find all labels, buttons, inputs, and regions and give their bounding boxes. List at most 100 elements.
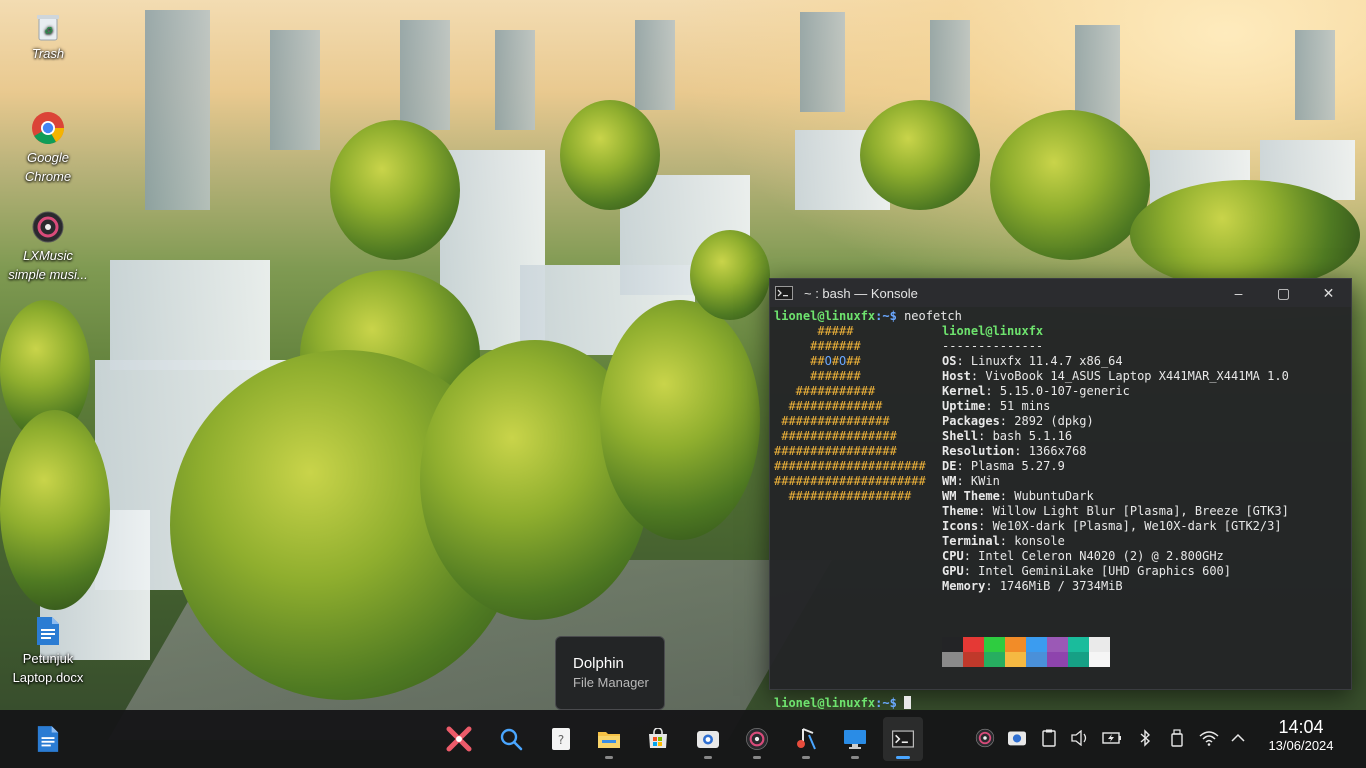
color-swatch — [1047, 652, 1068, 667]
taskbar-remote-desktop[interactable] — [835, 717, 875, 761]
info-key: OS — [942, 354, 957, 368]
info-value: Plasma 5.27.9 — [970, 459, 1065, 473]
konsole-window[interactable]: ~ : bash — Konsole – ▢ ✕ lionel@linuxfx:… — [769, 278, 1352, 710]
file-manager-icon — [598, 732, 620, 748]
info-value: Intel GeminiLake [UHD Graphics 600] — [978, 564, 1232, 578]
taskbar-tooltip: Dolphin File Manager — [555, 636, 665, 710]
remote-desktop-icon — [844, 730, 866, 749]
taskbar: ? — [0, 710, 1366, 768]
color-swatch — [1026, 637, 1047, 652]
window-titlebar[interactable]: ~ : bash — Konsole – ▢ ✕ — [770, 279, 1351, 307]
color-swatch — [942, 637, 963, 652]
taskbar-store[interactable] — [638, 717, 678, 761]
info-key: WM Theme — [942, 489, 1000, 503]
color-swatch — [1089, 637, 1110, 652]
desktop-icon-lxmusic[interactable]: LXMusic simple musi... — [8, 210, 88, 284]
logo-line: ################# — [774, 444, 897, 458]
system-clock[interactable]: 14:04 13/06/2024 — [1254, 717, 1348, 755]
color-swatch — [1005, 652, 1026, 667]
info-row: Theme: Willow Light Blur [Plasma], Breez… — [942, 504, 1289, 518]
terminal-area[interactable]: lionel@linuxfx:~$ neofetch ##### #######… — [770, 307, 1351, 710]
info-row: Host: VivoBook 14_ASUS Laptop X441MAR_X4… — [942, 369, 1289, 383]
info-row: Icons: We10X-dark [Plasma], We10X-dark [… — [942, 519, 1282, 533]
tray-volume[interactable] — [1069, 727, 1091, 749]
info-key: WM — [942, 474, 957, 488]
command-line: lionel@linuxfx:~$ neofetch — [774, 309, 962, 323]
info-value: 51 mins — [999, 399, 1051, 413]
taskbar-terminal[interactable] — [883, 717, 923, 761]
info-key: Packages — [942, 414, 1000, 428]
info-row: Memory: 1746MiB / 3734MiB — [942, 579, 1123, 593]
desktop-icon-google-chrome[interactable]: Google Chrome — [8, 110, 88, 186]
taskbar-notes[interactable]: ? — [541, 717, 581, 761]
tray-screenshot[interactable] — [1006, 727, 1028, 749]
start-menu-icon — [446, 726, 472, 752]
info-value: 1746MiB / 3734MiB — [999, 579, 1123, 593]
document-icon — [37, 726, 59, 752]
color-swatch — [942, 652, 963, 667]
tray-bluetooth[interactable] — [1134, 727, 1156, 749]
color-swatch — [1047, 637, 1068, 652]
info-key: Host — [942, 369, 971, 383]
tray-clipboard[interactable] — [1038, 727, 1060, 749]
info-key: Resolution — [942, 444, 1015, 458]
info-row: WM: KWin — [942, 474, 1000, 488]
text-cursor — [904, 696, 912, 709]
logo-line: ##### — [774, 324, 854, 338]
info-value: Intel Celeron N4020 (2) @ 2.800GHz — [978, 549, 1224, 563]
info-value: We10X-dark [Plasma], We10X-dark [GTK2/3] — [992, 519, 1282, 533]
notes-icon: ? — [552, 728, 570, 750]
current-prompt[interactable]: lionel@linuxfx:~$ — [774, 696, 912, 711]
tray-expand[interactable] — [1227, 727, 1249, 749]
taskbar-document[interactable] — [28, 717, 68, 761]
tray-battery[interactable] — [1101, 727, 1123, 749]
info-row: Shell: bash 5.1.16 — [942, 429, 1073, 443]
info-value: bash 5.1.16 — [992, 429, 1073, 443]
minimize-button[interactable]: – — [1216, 279, 1261, 307]
taskbar-start-menu[interactable] — [439, 717, 479, 761]
taskbar-music-player[interactable] — [737, 717, 777, 761]
close-button[interactable]: ✕ — [1306, 279, 1351, 307]
taskbar-screenshot[interactable] — [688, 717, 728, 761]
desktop-icon-petunjuk-laptop-docx[interactable]: Petunjuk Laptop.docx — [8, 615, 88, 687]
tray-removable-device[interactable] — [1166, 727, 1188, 749]
battery-charging-icon — [1102, 732, 1121, 744]
info-value: WubuntuDark — [1014, 489, 1094, 503]
terminal-icon — [892, 730, 914, 748]
logo-line: ############### — [774, 414, 890, 428]
tray-wifi[interactable] — [1198, 727, 1220, 749]
info-row: DE: Plasma 5.27.9 — [942, 459, 1065, 473]
logo-line: ########### — [774, 384, 876, 398]
info-value: Linuxfx 11.4.7 x86_64 — [970, 354, 1123, 368]
info-key: Uptime — [942, 399, 986, 413]
info-key: GPU — [942, 564, 964, 578]
screenshot-tray-icon — [1008, 731, 1026, 746]
taskbar-search[interactable] — [491, 717, 531, 761]
info-row: OS: Linuxfx 11.4.7 x86_64 — [942, 354, 1123, 368]
usb-drive-icon — [1171, 729, 1183, 747]
color-palette — [942, 637, 1110, 667]
svg-text:?: ? — [558, 733, 564, 747]
window-title: ~ : bash — Konsole — [804, 285, 918, 301]
info-row: WM Theme: WubuntuDark — [942, 489, 1094, 503]
taskbar-music-app[interactable] — [786, 717, 826, 761]
info-key: CPU — [942, 549, 964, 563]
logo-line: ##################### — [774, 474, 926, 488]
tray-music[interactable] — [974, 727, 996, 749]
desktop-icon-trash[interactable]: ♻ Trash — [8, 12, 88, 63]
color-swatch — [1068, 637, 1089, 652]
info-row: Terminal: konsole — [942, 534, 1065, 548]
color-swatch — [963, 637, 984, 652]
search-icon — [500, 728, 523, 751]
logo-line: ####### — [774, 339, 861, 353]
info-row: Resolution: 1366x768 — [942, 444, 1087, 458]
info-key: Memory — [942, 579, 986, 593]
info-value: 2892 (dpkg) — [1014, 414, 1094, 428]
maximize-button[interactable]: ▢ — [1261, 279, 1306, 307]
info-key: Icons — [942, 519, 979, 533]
store-icon — [649, 728, 667, 748]
taskbar-file-manager[interactable] — [589, 717, 629, 761]
music-tray-icon — [975, 728, 995, 748]
bluetooth-icon — [1140, 729, 1151, 747]
info-value: Willow Light Blur [Plasma], Breeze [GTK3… — [992, 504, 1289, 518]
